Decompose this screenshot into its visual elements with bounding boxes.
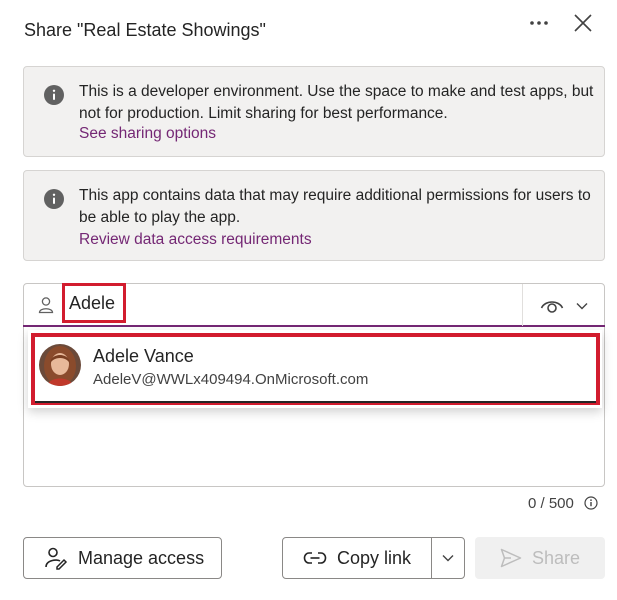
close-button[interactable]	[570, 10, 596, 36]
notice-text: This app contains data that may require …	[79, 187, 591, 226]
person-icon	[38, 297, 54, 314]
info-icon[interactable]	[584, 496, 598, 510]
developer-environment-notice: This is a developer environment. Use the…	[23, 66, 605, 157]
suggestion-name: Adele Vance	[93, 346, 194, 366]
share-label: Share	[531, 547, 581, 568]
share-button[interactable]: Share	[475, 537, 605, 579]
data-permissions-notice: This app contains data that may require …	[23, 170, 605, 261]
chevron-down-icon	[576, 303, 588, 310]
person-edit-icon	[45, 547, 68, 570]
divider	[522, 284, 523, 326]
info-icon	[44, 189, 64, 209]
suggestion-underline	[35, 401, 596, 403]
permission-dropdown[interactable]	[532, 292, 592, 320]
more-options-button[interactable]	[526, 12, 552, 34]
people-search-input[interactable]: Adele	[62, 283, 126, 323]
send-icon	[500, 548, 522, 568]
suggestion-item-adele-vance[interactable]	[31, 333, 600, 405]
suggestion-email: AdeleV@WWLx409494.OnMicrosoft.com	[93, 371, 369, 388]
manage-access-label: Manage access	[78, 547, 205, 568]
copy-link-button[interactable]: Copy link	[282, 537, 432, 579]
chevron-down-icon	[442, 555, 454, 562]
ellipsis-icon	[530, 21, 548, 25]
link-icon	[303, 552, 327, 564]
copy-link-label: Copy link	[337, 547, 412, 568]
info-icon	[44, 85, 64, 105]
dialog-title: Share "Real Estate Showings"	[24, 20, 266, 40]
eye-icon	[540, 301, 564, 313]
manage-access-button[interactable]: Manage access	[23, 537, 222, 579]
review-data-access-link[interactable]: Review data access requirements	[79, 231, 312, 249]
character-counter: 0 / 500	[528, 495, 574, 512]
avatar	[39, 344, 81, 386]
notice-text: This is a developer environment. Use the…	[79, 83, 594, 122]
see-sharing-options-link[interactable]: See sharing options	[79, 125, 216, 143]
copy-link-options-button[interactable]	[431, 537, 465, 579]
close-icon	[574, 14, 592, 32]
